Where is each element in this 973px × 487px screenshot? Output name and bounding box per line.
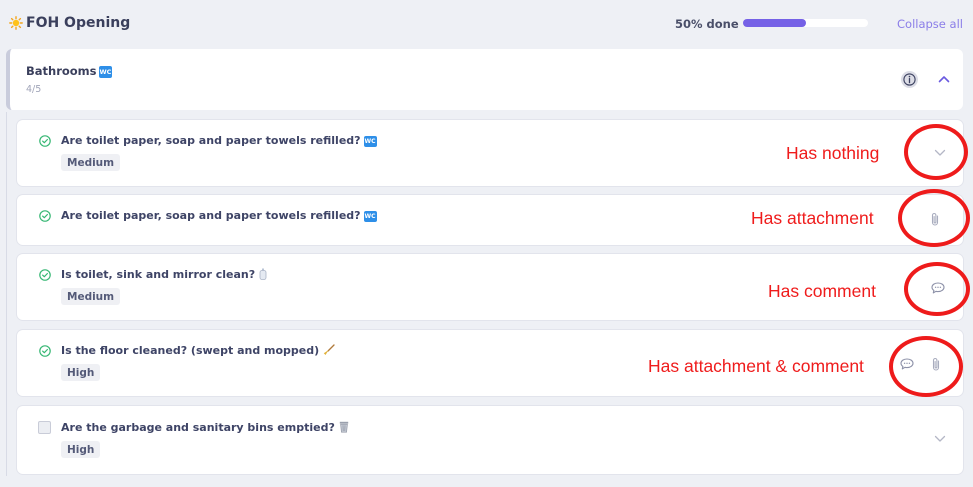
wc-emoji-icon: WC: [363, 136, 377, 147]
task-title-text: Are toilet paper, soap and paper towels …: [61, 209, 361, 222]
sun-icon: [9, 16, 23, 30]
task-title-text: Is the floor cleaned? (swept and mopped): [61, 344, 320, 357]
wc-emoji-icon: WC: [98, 66, 113, 78]
progress-bar: [743, 19, 868, 27]
task-title: Are toilet paper, soap and paper towels …: [61, 209, 377, 222]
task-row[interactable]: Are the garbage and sanitary bins emptie…: [17, 406, 963, 474]
priority-badge: High: [61, 364, 101, 381]
annotation-label: Has nothing: [786, 143, 880, 163]
page-header: FOH Opening 50% done Collapse all: [0, 0, 973, 48]
broom-icon: [323, 344, 335, 355]
task-title-text: Is toilet, sink and mirror clean?: [61, 268, 256, 281]
check-circle-icon[interactable]: [39, 135, 51, 147]
priority-badge: Medium: [61, 288, 121, 305]
check-circle-icon[interactable]: [39, 345, 51, 357]
task-checkbox[interactable]: [38, 421, 51, 434]
task-title: Is the floor cleaned? (swept and mopped): [61, 344, 335, 357]
chevron-down-icon[interactable]: [934, 435, 946, 443]
section-bathrooms[interactable]: Bathrooms WC 4/5: [6, 49, 963, 110]
chevron-up-icon[interactable]: [938, 74, 950, 84]
task-title-text: Are the garbage and sanitary bins emptie…: [61, 421, 335, 434]
annotation-label: Has attachment & comment: [648, 356, 864, 376]
annotation-circle: [904, 262, 970, 316]
annotation-circle: [889, 336, 963, 397]
section-title-text: Bathrooms: [26, 64, 97, 78]
check-circle-icon[interactable]: [39, 210, 51, 222]
progress-text: 50% done: [675, 17, 739, 31]
annotation-label: Has comment: [768, 281, 876, 301]
task-title-text: Are toilet paper, soap and paper towels …: [61, 134, 361, 147]
priority-badge: High: [61, 441, 101, 458]
section-rail: [6, 112, 7, 476]
annotation-label: Has attachment: [751, 208, 874, 228]
info-circle-icon[interactable]: [901, 71, 918, 88]
soap-bottle-icon: [259, 268, 267, 280]
task-title: Are the garbage and sanitary bins emptie…: [61, 421, 349, 434]
wc-emoji-icon: WC: [363, 211, 377, 222]
priority-badge: Medium: [61, 154, 121, 171]
page-title: FOH Opening: [26, 15, 131, 31]
wastebasket-icon: [339, 421, 349, 433]
task-title: Are toilet paper, soap and paper towels …: [61, 134, 377, 147]
progress-bar-fill: [743, 19, 806, 27]
annotation-circle: [904, 124, 968, 180]
section-progress-count: 4/5: [26, 84, 42, 95]
task-title: Is toilet, sink and mirror clean?: [61, 268, 267, 281]
section-title: Bathrooms WC: [26, 64, 113, 78]
annotation-circle: [898, 189, 970, 247]
collapse-all-button[interactable]: Collapse all: [897, 17, 963, 31]
check-circle-icon[interactable]: [39, 269, 51, 281]
